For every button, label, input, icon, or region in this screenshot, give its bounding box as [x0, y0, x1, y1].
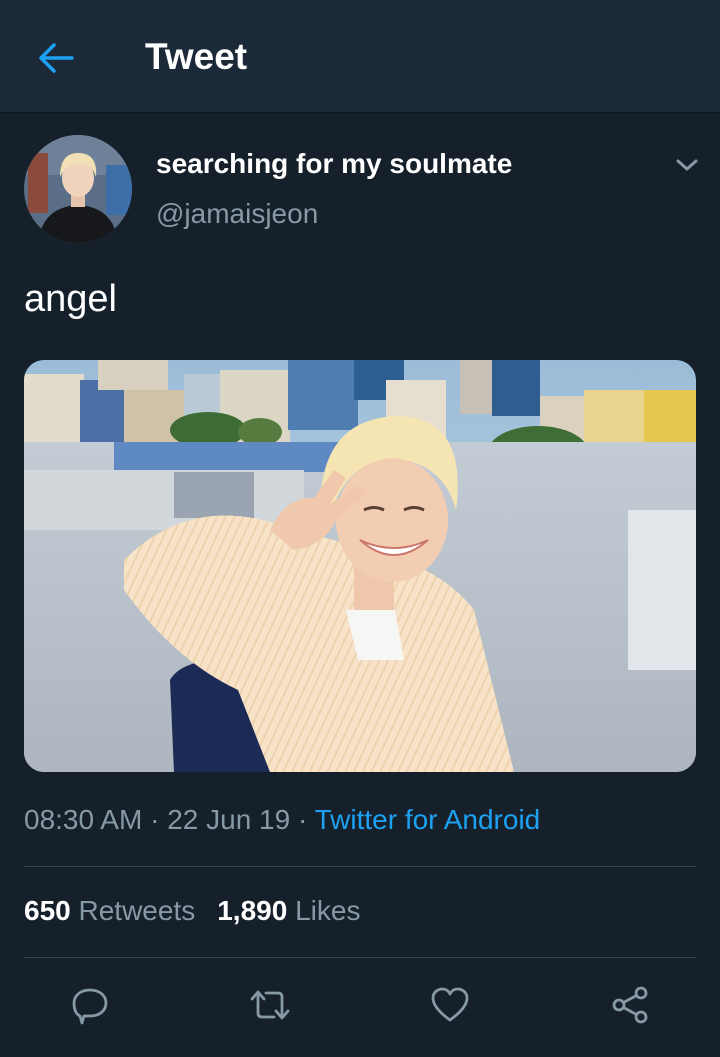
- retweets-stat[interactable]: 650 Retweets: [24, 895, 195, 926]
- meta-separator: ·: [150, 804, 160, 835]
- tweet-date: 22 Jun 19: [167, 804, 291, 835]
- tweet-time: 08:30 AM: [24, 804, 143, 835]
- reply-icon: [72, 988, 108, 1025]
- reply-button[interactable]: [68, 983, 112, 1027]
- likes-count: 1,890: [217, 895, 288, 926]
- chevron-down-icon: [676, 159, 698, 171]
- likes-label: Likes: [295, 895, 361, 926]
- arrow-left-icon: [39, 43, 74, 73]
- divider: [24, 866, 696, 867]
- tweet-stats: 650 Retweets 1,890 Likes: [24, 895, 360, 927]
- top-bar: Tweet: [0, 0, 720, 113]
- like-button[interactable]: [428, 983, 472, 1027]
- heart-icon: [431, 987, 469, 1022]
- tweet-text: angel: [24, 278, 117, 320]
- divider: [24, 957, 696, 958]
- share-icon: [612, 986, 648, 1024]
- likes-stat[interactable]: 1,890 Likes: [217, 895, 360, 926]
- page-title: Tweet: [145, 36, 248, 77]
- avatar[interactable]: [24, 135, 132, 243]
- tweet-meta: 08:30 AM · 22 Jun 19 · Twitter for Andro…: [24, 804, 540, 836]
- retweet-button[interactable]: [248, 983, 292, 1027]
- retweet-icon: [250, 990, 290, 1020]
- retweets-count: 650: [24, 895, 71, 926]
- back-button[interactable]: [36, 38, 76, 78]
- tweet-media-image[interactable]: [24, 360, 696, 772]
- user-handle[interactable]: @jamaisjeon: [156, 198, 318, 230]
- more-options-button[interactable]: [672, 150, 702, 180]
- display-name[interactable]: searching for my soulmate: [156, 148, 512, 180]
- retweets-label: Retweets: [78, 895, 196, 926]
- share-button[interactable]: [608, 983, 652, 1027]
- tweet-source-link[interactable]: Twitter for Android: [315, 804, 541, 835]
- meta-separator: ·: [297, 804, 308, 835]
